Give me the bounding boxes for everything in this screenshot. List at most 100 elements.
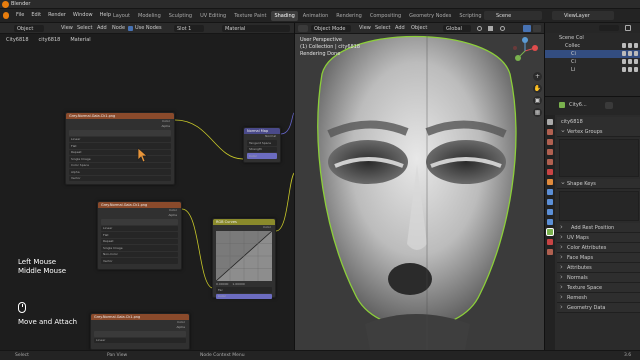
- outliner-row[interactable]: Scene Col: [545, 34, 640, 42]
- y-axis-icon[interactable]: [515, 55, 521, 61]
- orientation-dropdown[interactable]: Global: [443, 25, 471, 32]
- space-dropdown[interactable]: Tangent Space: [247, 140, 277, 146]
- tab-compositing[interactable]: Compositing: [367, 11, 404, 21]
- scene-tab-icon[interactable]: [547, 159, 553, 165]
- outliner-row[interactable]: Ci: [545, 58, 640, 66]
- modifier-tab-icon[interactable]: [547, 189, 553, 195]
- menu-window[interactable]: Window: [73, 12, 93, 19]
- z-axis-icon[interactable]: [522, 37, 528, 43]
- panel-attributes[interactable]: Attributes: [557, 263, 640, 273]
- blender-menu-icon[interactable]: [3, 12, 9, 19]
- extension-dropdown[interactable]: Repeat: [101, 238, 178, 244]
- vp-object-menu[interactable]: Object: [411, 25, 427, 31]
- projection-dropdown[interactable]: Flat: [101, 232, 178, 238]
- color-socket-field[interactable]: Color: [247, 153, 277, 159]
- panel-normals[interactable]: Normals: [557, 273, 640, 283]
- outliner-search-input[interactable]: [599, 25, 619, 31]
- tab-texture-paint[interactable]: Texture Paint: [231, 11, 269, 21]
- view-layer-tab-icon[interactable]: [547, 149, 553, 155]
- node-add-menu[interactable]: Add: [97, 25, 107, 31]
- face-mesh-object[interactable]: [295, 34, 544, 350]
- color-socket[interactable]: Color: [216, 293, 272, 299]
- vp-add-menu[interactable]: Add: [395, 25, 405, 31]
- camera-view-icon[interactable]: ▣: [533, 96, 542, 105]
- physics-tab-icon[interactable]: [547, 209, 553, 215]
- image-texture-node-3[interactable]: Grey.Normal.Gala.Ck1.png Color Alpha Lin…: [90, 313, 190, 350]
- outliner-row[interactable]: Li: [545, 66, 640, 74]
- proportional-edit-icon[interactable]: [500, 26, 505, 31]
- output-socket-alpha[interactable]: Alpha: [98, 213, 181, 218]
- tab-animation[interactable]: Animation: [300, 11, 332, 21]
- node-editor-mode-dropdown[interactable]: Object: [14, 25, 44, 32]
- output-socket-alpha[interactable]: Alpha: [91, 325, 189, 330]
- shape-keys-list[interactable]: [559, 191, 639, 221]
- panel-face-maps[interactable]: Face Maps: [557, 253, 640, 263]
- pivot-icon[interactable]: [477, 26, 482, 31]
- tab-layout[interactable]: Layout: [110, 11, 133, 21]
- curve-point-x[interactable]: 0.00000: [216, 282, 228, 286]
- pan-hand-icon[interactable]: ✋: [533, 84, 542, 93]
- vertex-groups-list[interactable]: [559, 139, 639, 177]
- texture-tab-icon[interactable]: [547, 249, 553, 255]
- panel-vertex-groups[interactable]: Vertex Groups: [557, 126, 640, 137]
- output-tab-icon[interactable]: [547, 139, 553, 145]
- source-dropdown[interactable]: Single Image: [69, 156, 171, 162]
- image-texture-node-2[interactable]: Grey.Normal.Gala.Ck1.png Color Alpha Lin…: [97, 201, 182, 270]
- tab-rendering[interactable]: Rendering: [333, 11, 365, 21]
- shader-node-editor[interactable]: Object View Select Add Node Use Nodes Sl…: [0, 23, 294, 350]
- filter-icon[interactable]: [625, 25, 631, 31]
- tab-uv-editing[interactable]: UV Editing: [197, 11, 229, 21]
- outliner-row[interactable]: Collec: [545, 42, 640, 50]
- tool-tab-icon[interactable]: [547, 119, 553, 125]
- tab-shading[interactable]: Shading: [271, 11, 298, 21]
- add-rest-position-checkbox[interactable]: Add Rest Position: [557, 223, 640, 233]
- tab-modeling[interactable]: Modeling: [135, 11, 164, 21]
- menu-file[interactable]: File: [16, 12, 24, 19]
- panel-remesh[interactable]: Remesh: [557, 293, 640, 303]
- tab-sculpting[interactable]: Sculpting: [166, 11, 195, 21]
- mode-dropdown[interactable]: Object Mode: [311, 25, 351, 32]
- 3d-viewport[interactable]: Object Mode View Select Add Object Globa…: [294, 23, 544, 350]
- extension-dropdown[interactable]: Repeat: [69, 149, 171, 155]
- output-socket-normal[interactable]: Normal: [244, 134, 280, 139]
- image-selector[interactable]: [69, 130, 171, 136]
- curve-point-y[interactable]: 1.00000: [232, 282, 244, 286]
- interpolation-dropdown[interactable]: Linear: [69, 136, 171, 142]
- world-tab-icon[interactable]: [547, 169, 553, 175]
- node-node-menu[interactable]: Node: [112, 25, 125, 31]
- mesh-name-field[interactable]: city6818: [557, 117, 640, 127]
- node-view-menu[interactable]: View: [61, 25, 73, 31]
- panel-texture-space[interactable]: Texture Space: [557, 283, 640, 293]
- node-select-menu[interactable]: Select: [77, 25, 92, 31]
- particles-tab-icon[interactable]: [547, 199, 553, 205]
- panel-geometry-data[interactable]: Geometry Data: [557, 303, 640, 313]
- perspective-toggle-icon[interactable]: ▦: [533, 108, 542, 117]
- editor-type-icon[interactable]: [298, 25, 308, 32]
- color-space-dropdown[interactable]: Non-Color: [101, 251, 178, 257]
- material-tab-icon[interactable]: [547, 239, 553, 245]
- panel-uv-maps[interactable]: UV Maps: [557, 233, 640, 243]
- strength-field[interactable]: Strength: [247, 146, 277, 152]
- source-dropdown[interactable]: Single Image: [101, 245, 178, 251]
- vp-view-menu[interactable]: View: [359, 25, 371, 31]
- panel-color-attributes[interactable]: Color Attributes: [557, 243, 640, 253]
- neg-x-axis-icon[interactable]: [513, 46, 517, 50]
- interpolation-dropdown[interactable]: Linear: [101, 225, 178, 231]
- image-texture-node[interactable]: Grey.Normal.Gala.Ck1.png Color Alpha Lin…: [65, 112, 175, 185]
- vp-select-menu[interactable]: Select: [375, 25, 390, 31]
- outliner-row-selected[interactable]: Ci: [545, 50, 640, 58]
- output-socket-alpha[interactable]: Alpha: [66, 124, 174, 129]
- zoom-icon[interactable]: +: [533, 72, 542, 81]
- normal-map-node[interactable]: Normal Map Normal Tangent Space Strength…: [243, 127, 281, 163]
- shading-rendered-icon[interactable]: [533, 25, 541, 32]
- properties-editor[interactable]: City6... city6818 Vertex Groups Shape Ke…: [544, 97, 640, 350]
- x-axis-icon[interactable]: [532, 45, 538, 51]
- panel-shape-keys[interactable]: Shape Keys: [557, 178, 640, 189]
- shading-solid-icon[interactable]: [523, 25, 531, 32]
- output-socket-color[interactable]: Color: [213, 225, 275, 230]
- pin-icon[interactable]: [605, 102, 613, 109]
- menu-render[interactable]: Render: [48, 12, 66, 19]
- slot-dropdown[interactable]: Slot 1: [174, 25, 204, 32]
- menu-edit[interactable]: Edit: [31, 12, 41, 19]
- outliner[interactable]: Scene Col Collec Ci Ci Li: [544, 23, 640, 97]
